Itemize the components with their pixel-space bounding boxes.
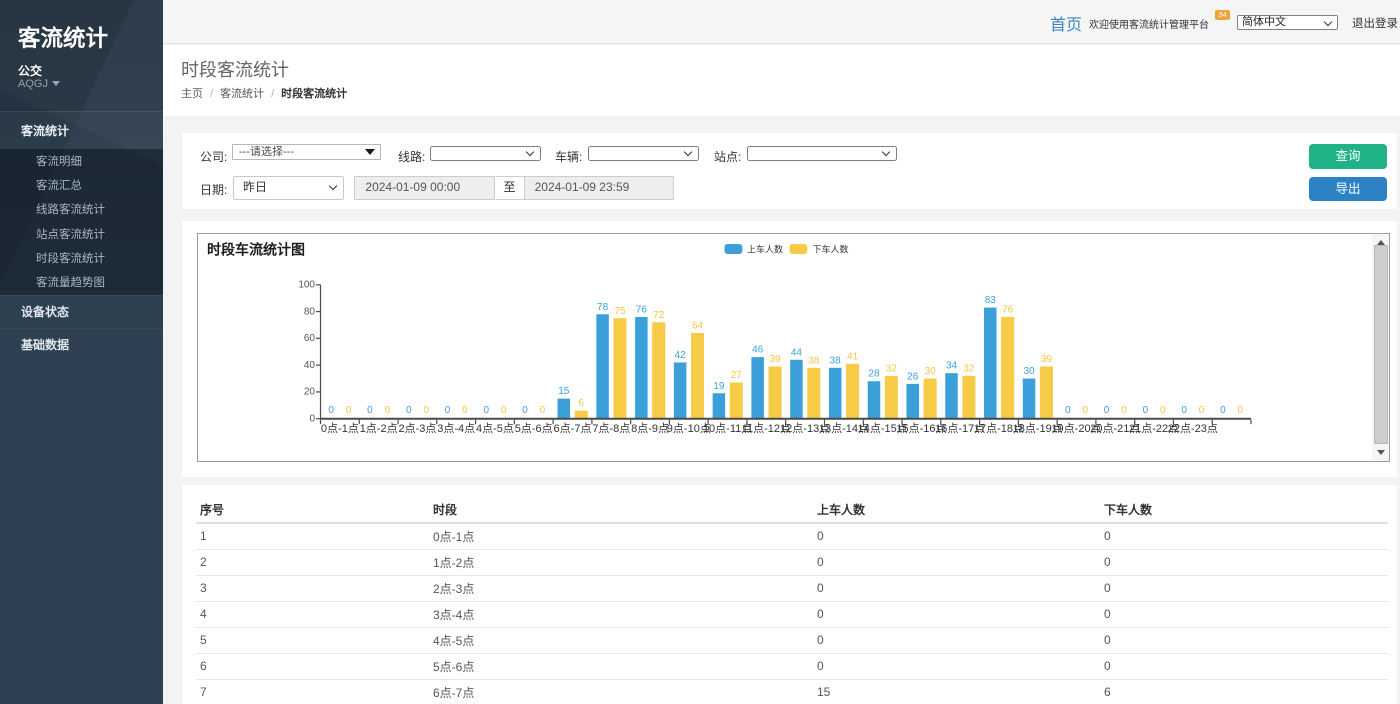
svg-text:0: 0	[367, 405, 373, 416]
svg-text:3点-4点: 3点-4点	[437, 422, 475, 435]
svg-text:39: 39	[1041, 354, 1053, 365]
svg-text:39: 39	[769, 354, 781, 365]
svg-text:0: 0	[540, 405, 546, 416]
svg-text:20: 20	[304, 387, 316, 398]
svg-text:1点-2点: 1点-2点	[360, 422, 398, 435]
svg-text:0: 0	[445, 405, 451, 416]
svg-text:26: 26	[907, 371, 919, 382]
svg-text:0: 0	[1199, 405, 1205, 416]
svg-text:32: 32	[886, 363, 898, 374]
svg-text:41: 41	[847, 351, 859, 362]
svg-text:0: 0	[501, 405, 507, 416]
svg-text:76: 76	[1002, 304, 1014, 315]
svg-text:22点-23点: 22点-23点	[1168, 422, 1218, 435]
svg-text:32: 32	[963, 363, 975, 374]
svg-text:83: 83	[985, 295, 997, 306]
svg-text:上车人数: 上车人数	[747, 244, 783, 255]
svg-text:78: 78	[597, 302, 609, 313]
svg-text:2点-3点: 2点-3点	[398, 422, 436, 435]
svg-text:0: 0	[406, 405, 412, 416]
svg-text:0: 0	[1220, 405, 1226, 416]
svg-text:27: 27	[731, 370, 743, 381]
svg-text:0: 0	[309, 413, 315, 424]
svg-text:28: 28	[868, 369, 880, 380]
svg-text:0: 0	[1065, 405, 1071, 416]
svg-text:76: 76	[636, 304, 648, 315]
svg-text:0: 0	[1082, 405, 1088, 416]
svg-text:75: 75	[614, 306, 626, 317]
svg-text:7点-8点: 7点-8点	[592, 422, 630, 435]
svg-text:0: 0	[423, 405, 429, 416]
svg-text:72: 72	[653, 310, 665, 321]
svg-text:0: 0	[1121, 405, 1127, 416]
svg-text:8点-9点: 8点-9点	[631, 422, 669, 435]
svg-text:0: 0	[346, 405, 352, 416]
svg-text:15: 15	[558, 386, 570, 397]
svg-text:5点-6点: 5点-6点	[515, 422, 553, 435]
svg-text:0: 0	[1181, 405, 1187, 416]
svg-text:44: 44	[791, 347, 803, 358]
svg-text:6: 6	[578, 398, 584, 409]
svg-text:0: 0	[328, 405, 334, 416]
svg-text:100: 100	[298, 280, 315, 291]
svg-text:时段车流统计图: 时段车流统计图	[207, 242, 305, 258]
svg-text:4点-5点: 4点-5点	[476, 422, 514, 435]
svg-text:60: 60	[304, 333, 316, 344]
svg-text:19: 19	[713, 381, 725, 392]
svg-text:42: 42	[675, 350, 687, 361]
svg-text:38: 38	[830, 355, 842, 366]
svg-text:0: 0	[1238, 405, 1244, 416]
svg-text:0: 0	[1104, 405, 1110, 416]
svg-text:0: 0	[462, 405, 468, 416]
svg-text:0: 0	[1143, 405, 1149, 416]
svg-text:38: 38	[808, 355, 820, 366]
svg-text:6点-7点: 6点-7点	[554, 422, 592, 435]
svg-text:30: 30	[925, 366, 937, 377]
svg-text:80: 80	[304, 306, 316, 317]
svg-text:64: 64	[692, 321, 704, 332]
svg-text:30: 30	[1023, 366, 1035, 377]
svg-text:0点-1点: 0点-1点	[321, 422, 359, 435]
svg-text:40: 40	[304, 360, 316, 371]
svg-text:0: 0	[1160, 405, 1166, 416]
svg-text:34: 34	[946, 361, 958, 372]
svg-text:下车人数: 下车人数	[813, 244, 849, 255]
svg-text:46: 46	[752, 345, 764, 356]
svg-text:0: 0	[385, 405, 391, 416]
svg-text:0: 0	[522, 405, 528, 416]
svg-text:0: 0	[483, 405, 489, 416]
